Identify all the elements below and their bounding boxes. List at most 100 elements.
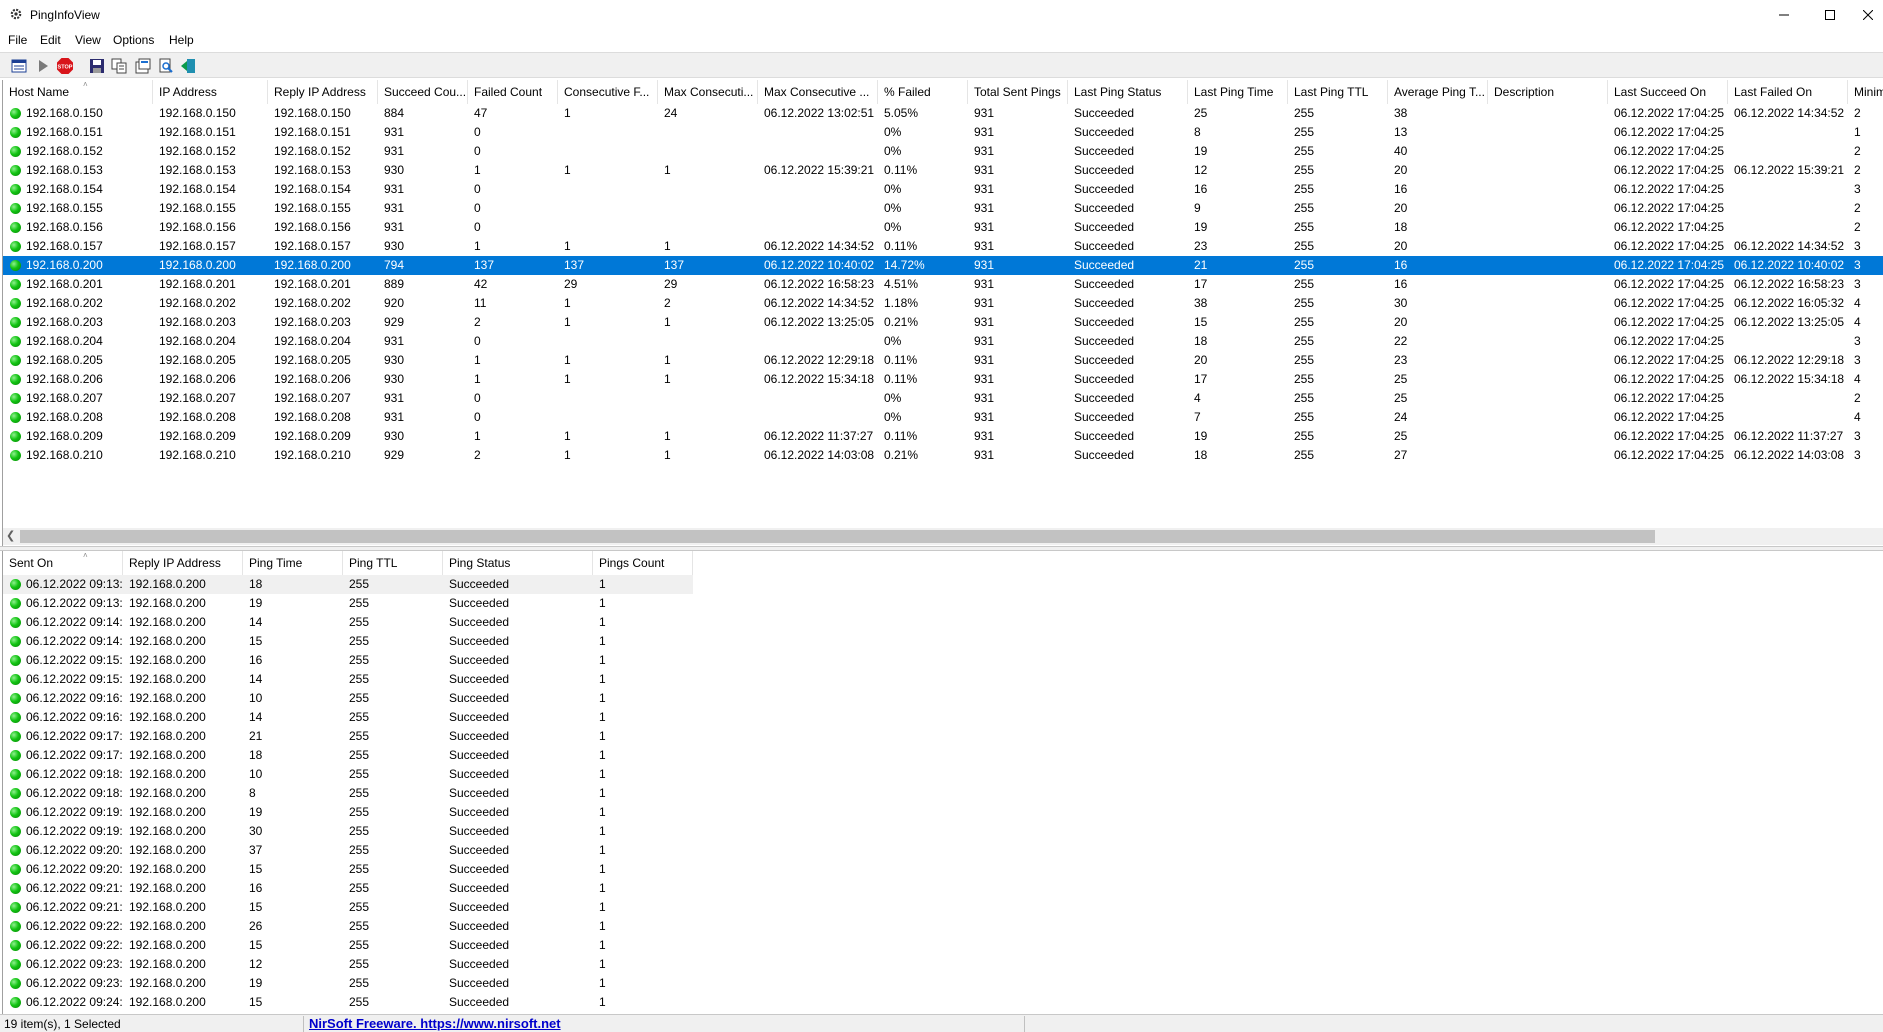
top-col-last-succeed-on-header[interactable]: Last Succeed On: [1608, 80, 1728, 104]
top-cell-average-ping-time: 23: [1394, 353, 1408, 367]
bottom-col-pings-count-header[interactable]: Pings Count: [593, 551, 693, 575]
top-cell-last-succeed-on: 06.12.2022 17:04:25: [1614, 182, 1725, 196]
bottom-col-ping-status-header[interactable]: Ping Status: [443, 551, 593, 575]
menu-view[interactable]: View: [73, 33, 103, 47]
horizontal-scrollbar[interactable]: ❮: [3, 528, 1883, 545]
top-table-row[interactable]: 192.168.0.204 192.168.0.204 192.168.0.204 9…: [3, 332, 1883, 351]
top-table-row[interactable]: 192.168.0.200 192.168.0.200 192.168.0.200 7…: [3, 256, 1883, 275]
bottom-table-row[interactable]: 06.12.2022 09:21:... 192.168.0.200 16 255 Su…: [3, 879, 693, 898]
bottom-table-row[interactable]: 06.12.2022 09:16:... 192.168.0.200 14 255 Su…: [3, 708, 693, 727]
top-col-max-consecutive-failed-time-header[interactable]: Max Consecutive ...: [758, 80, 878, 104]
top-col-percent-failed-header[interactable]: % Failed: [878, 80, 968, 104]
bottom-col-ping-time-header[interactable]: Ping Time: [243, 551, 343, 575]
top-table-row[interactable]: 192.168.0.152 192.168.0.152 192.168.0.152 9…: [3, 142, 1883, 161]
bottom-table-row[interactable]: 06.12.2022 09:22:... 192.168.0.200 26 255 Su…: [3, 917, 693, 936]
properties-button[interactable]: [133, 56, 153, 76]
top-cell-host-name: 192.168.0.207: [26, 391, 103, 405]
top-cell-consecutive-failed: 1: [564, 296, 571, 310]
top-cell-last-ping-time: 16: [1194, 182, 1208, 196]
top-col-average-ping-time-header[interactable]: Average Ping T...: [1388, 80, 1488, 104]
ping-history-list[interactable]: Sent On ˄ Reply IP Address Ping Time Ping TT…: [2, 551, 1883, 1014]
top-col-total-sent-pings-header[interactable]: Total Sent Pings: [968, 80, 1068, 104]
bottom-cell-sent-on: 06.12.2022 09:18:...: [26, 786, 123, 800]
top-table-row[interactable]: 192.168.0.155 192.168.0.155 192.168.0.155 9…: [3, 199, 1883, 218]
close-button[interactable]: [1853, 0, 1883, 30]
top-cell-minimum-ping-time: 2: [1854, 201, 1861, 215]
bottom-table-row[interactable]: 06.12.2022 09:18:... 192.168.0.200 10 255 Su…: [3, 765, 693, 784]
top-table-row[interactable]: 192.168.0.207 192.168.0.207 192.168.0.207 9…: [3, 389, 1883, 408]
stop-button[interactable]: STOP: [55, 56, 75, 76]
top-table-row[interactable]: 192.168.0.154 192.168.0.154 192.168.0.154 9…: [3, 180, 1883, 199]
top-table-row[interactable]: 192.168.0.202 192.168.0.202 192.168.0.202 9…: [3, 294, 1883, 313]
top-table-row[interactable]: 192.168.0.205 192.168.0.205 192.168.0.205 9…: [3, 351, 1883, 370]
scroll-left-icon[interactable]: ❮: [6, 529, 15, 542]
bottom-table-row[interactable]: 06.12.2022 09:22:... 192.168.0.200 15 255 Su…: [3, 936, 693, 955]
bottom-cell-ping-status: Succeeded: [449, 824, 510, 838]
top-table-row[interactable]: 192.168.0.208 192.168.0.208 192.168.0.208 9…: [3, 408, 1883, 427]
top-col-consecutive-failed-header[interactable]: Consecutive F...: [558, 80, 658, 104]
menu-help[interactable]: Help: [167, 33, 196, 47]
top-col-last-ping-time-header[interactable]: Last Ping Time: [1188, 80, 1288, 104]
top-table-row[interactable]: 192.168.0.150 192.168.0.150 192.168.0.150 8…: [3, 104, 1883, 123]
exit-button[interactable]: [178, 56, 198, 76]
top-col-reply-ip-address-header[interactable]: Reply IP Address: [268, 80, 378, 104]
top-col-ip-address-header[interactable]: IP Address: [153, 80, 268, 104]
bottom-table-row[interactable]: 06.12.2022 09:14:... 192.168.0.200 14 255 Su…: [3, 613, 693, 632]
bottom-table-row[interactable]: 06.12.2022 09:19:... 192.168.0.200 19 255 Su…: [3, 803, 693, 822]
maximize-button[interactable]: [1807, 0, 1853, 30]
bottom-table-row[interactable]: 06.12.2022 09:13:... 192.168.0.200 19 255 Su…: [3, 594, 693, 613]
top-cell-max-consecutive-failed-time: [758, 199, 878, 218]
top-table-row[interactable]: 192.168.0.210 192.168.0.210 192.168.0.210 9…: [3, 446, 1883, 465]
bottom-col-ping-ttl-header[interactable]: Ping TTL: [343, 551, 443, 575]
bottom-table-row[interactable]: 06.12.2022 09:17:... 192.168.0.200 21 255 Su…: [3, 727, 693, 746]
menu-edit[interactable]: Edit: [38, 33, 63, 47]
top-col-failed-count-header[interactable]: Failed Count: [468, 80, 558, 104]
top-cell-max-consecutive-failed: [658, 389, 758, 408]
top-col-description-header[interactable]: Description: [1488, 80, 1608, 104]
top-table-row[interactable]: 192.168.0.209 192.168.0.209 192.168.0.209 9…: [3, 427, 1883, 446]
top-table-row[interactable]: 192.168.0.157 192.168.0.157 192.168.0.157 9…: [3, 237, 1883, 256]
bottom-table-row[interactable]: 06.12.2022 09:23:... 192.168.0.200 19 255 Su…: [3, 974, 693, 993]
top-col-last-failed-on-header[interactable]: Last Failed On: [1728, 80, 1848, 104]
bottom-table-row[interactable]: 06.12.2022 09:16:... 192.168.0.200 10 255 Su…: [3, 689, 693, 708]
bottom-table-row[interactable]: 06.12.2022 09:24:... 192.168.0.200 15 255 Su…: [3, 993, 693, 1012]
bottom-col-reply-ip-address-header[interactable]: Reply IP Address: [123, 551, 243, 575]
bottom-table-row[interactable]: 06.12.2022 09:17:... 192.168.0.200 18 255 Su…: [3, 746, 693, 765]
save-button[interactable]: [87, 56, 107, 76]
minimize-button[interactable]: [1761, 0, 1807, 30]
options-button[interactable]: [9, 56, 29, 76]
bottom-table-row[interactable]: 06.12.2022 09:20:... 192.168.0.200 37 255 Su…: [3, 841, 693, 860]
bottom-table-row[interactable]: 06.12.2022 09:15:... 192.168.0.200 14 255 Su…: [3, 670, 693, 689]
top-table-row[interactable]: 192.168.0.203 192.168.0.203 192.168.0.203 9…: [3, 313, 1883, 332]
find-button[interactable]: [156, 56, 176, 76]
start-button[interactable]: [33, 56, 53, 76]
menu-options[interactable]: Options: [111, 33, 156, 47]
bottom-table-row[interactable]: 06.12.2022 09:23:... 192.168.0.200 12 255 Su…: [3, 955, 693, 974]
top-col-last-ping-status-header[interactable]: Last Ping Status: [1068, 80, 1188, 104]
top-col-succeed-count-header[interactable]: Succeed Cou...: [378, 80, 468, 104]
nirsoft-link[interactable]: NirSoft Freeware. https://www.nirsoft.ne…: [309, 1016, 561, 1031]
top-table-row[interactable]: 192.168.0.206 192.168.0.206 192.168.0.206 9…: [3, 370, 1883, 389]
bottom-table-row[interactable]: 06.12.2022 09:21:... 192.168.0.200 15 255 Su…: [3, 898, 693, 917]
top-col-host-name-header[interactable]: Host Name: [3, 80, 153, 104]
top-table-row[interactable]: 192.168.0.151 192.168.0.151 192.168.0.151 9…: [3, 123, 1883, 142]
bottom-col-sent-on-header[interactable]: Sent On: [3, 551, 123, 575]
bottom-table-row[interactable]: 06.12.2022 09:18:... 192.168.0.200 8 255 Suc…: [3, 784, 693, 803]
top-col-last-ping-ttl-header[interactable]: Last Ping TTL: [1288, 80, 1388, 104]
top-cell-average-ping-time: 25: [1394, 429, 1408, 443]
top-col-max-consecutive-failed-header[interactable]: Max Consecuti...: [658, 80, 758, 104]
top-table-row[interactable]: 192.168.0.156 192.168.0.156 192.168.0.156 9…: [3, 218, 1883, 237]
menu-file[interactable]: File: [6, 33, 29, 47]
bottom-table-row[interactable]: 06.12.2022 09:15:... 192.168.0.200 16 255 Su…: [3, 651, 693, 670]
bottom-table-row[interactable]: 06.12.2022 09:13:... 192.168.0.200 18 255 Su…: [3, 575, 693, 594]
bottom-table-row[interactable]: 06.12.2022 09:20:... 192.168.0.200 15 255 Su…: [3, 860, 693, 879]
bottom-cell-reply-ip-address: 192.168.0.200: [129, 729, 206, 743]
hosts-list[interactable]: Host Name ˄ IP Address Reply IP Address Succ…: [2, 80, 1883, 546]
top-col-minimum-ping-time-header[interactable]: Minim: [1848, 80, 1883, 104]
bottom-table-row[interactable]: 06.12.2022 09:19:... 192.168.0.200 30 255 Su…: [3, 822, 693, 841]
copy-button[interactable]: [109, 56, 129, 76]
top-table-row[interactable]: 192.168.0.201 192.168.0.201 192.168.0.201 8…: [3, 275, 1883, 294]
bottom-table-row[interactable]: 06.12.2022 09:14:... 192.168.0.200 15 255 Su…: [3, 632, 693, 651]
top-table-row[interactable]: 192.168.0.153 192.168.0.153 192.168.0.153 9…: [3, 161, 1883, 180]
scrollbar-thumb[interactable]: [20, 530, 1655, 543]
